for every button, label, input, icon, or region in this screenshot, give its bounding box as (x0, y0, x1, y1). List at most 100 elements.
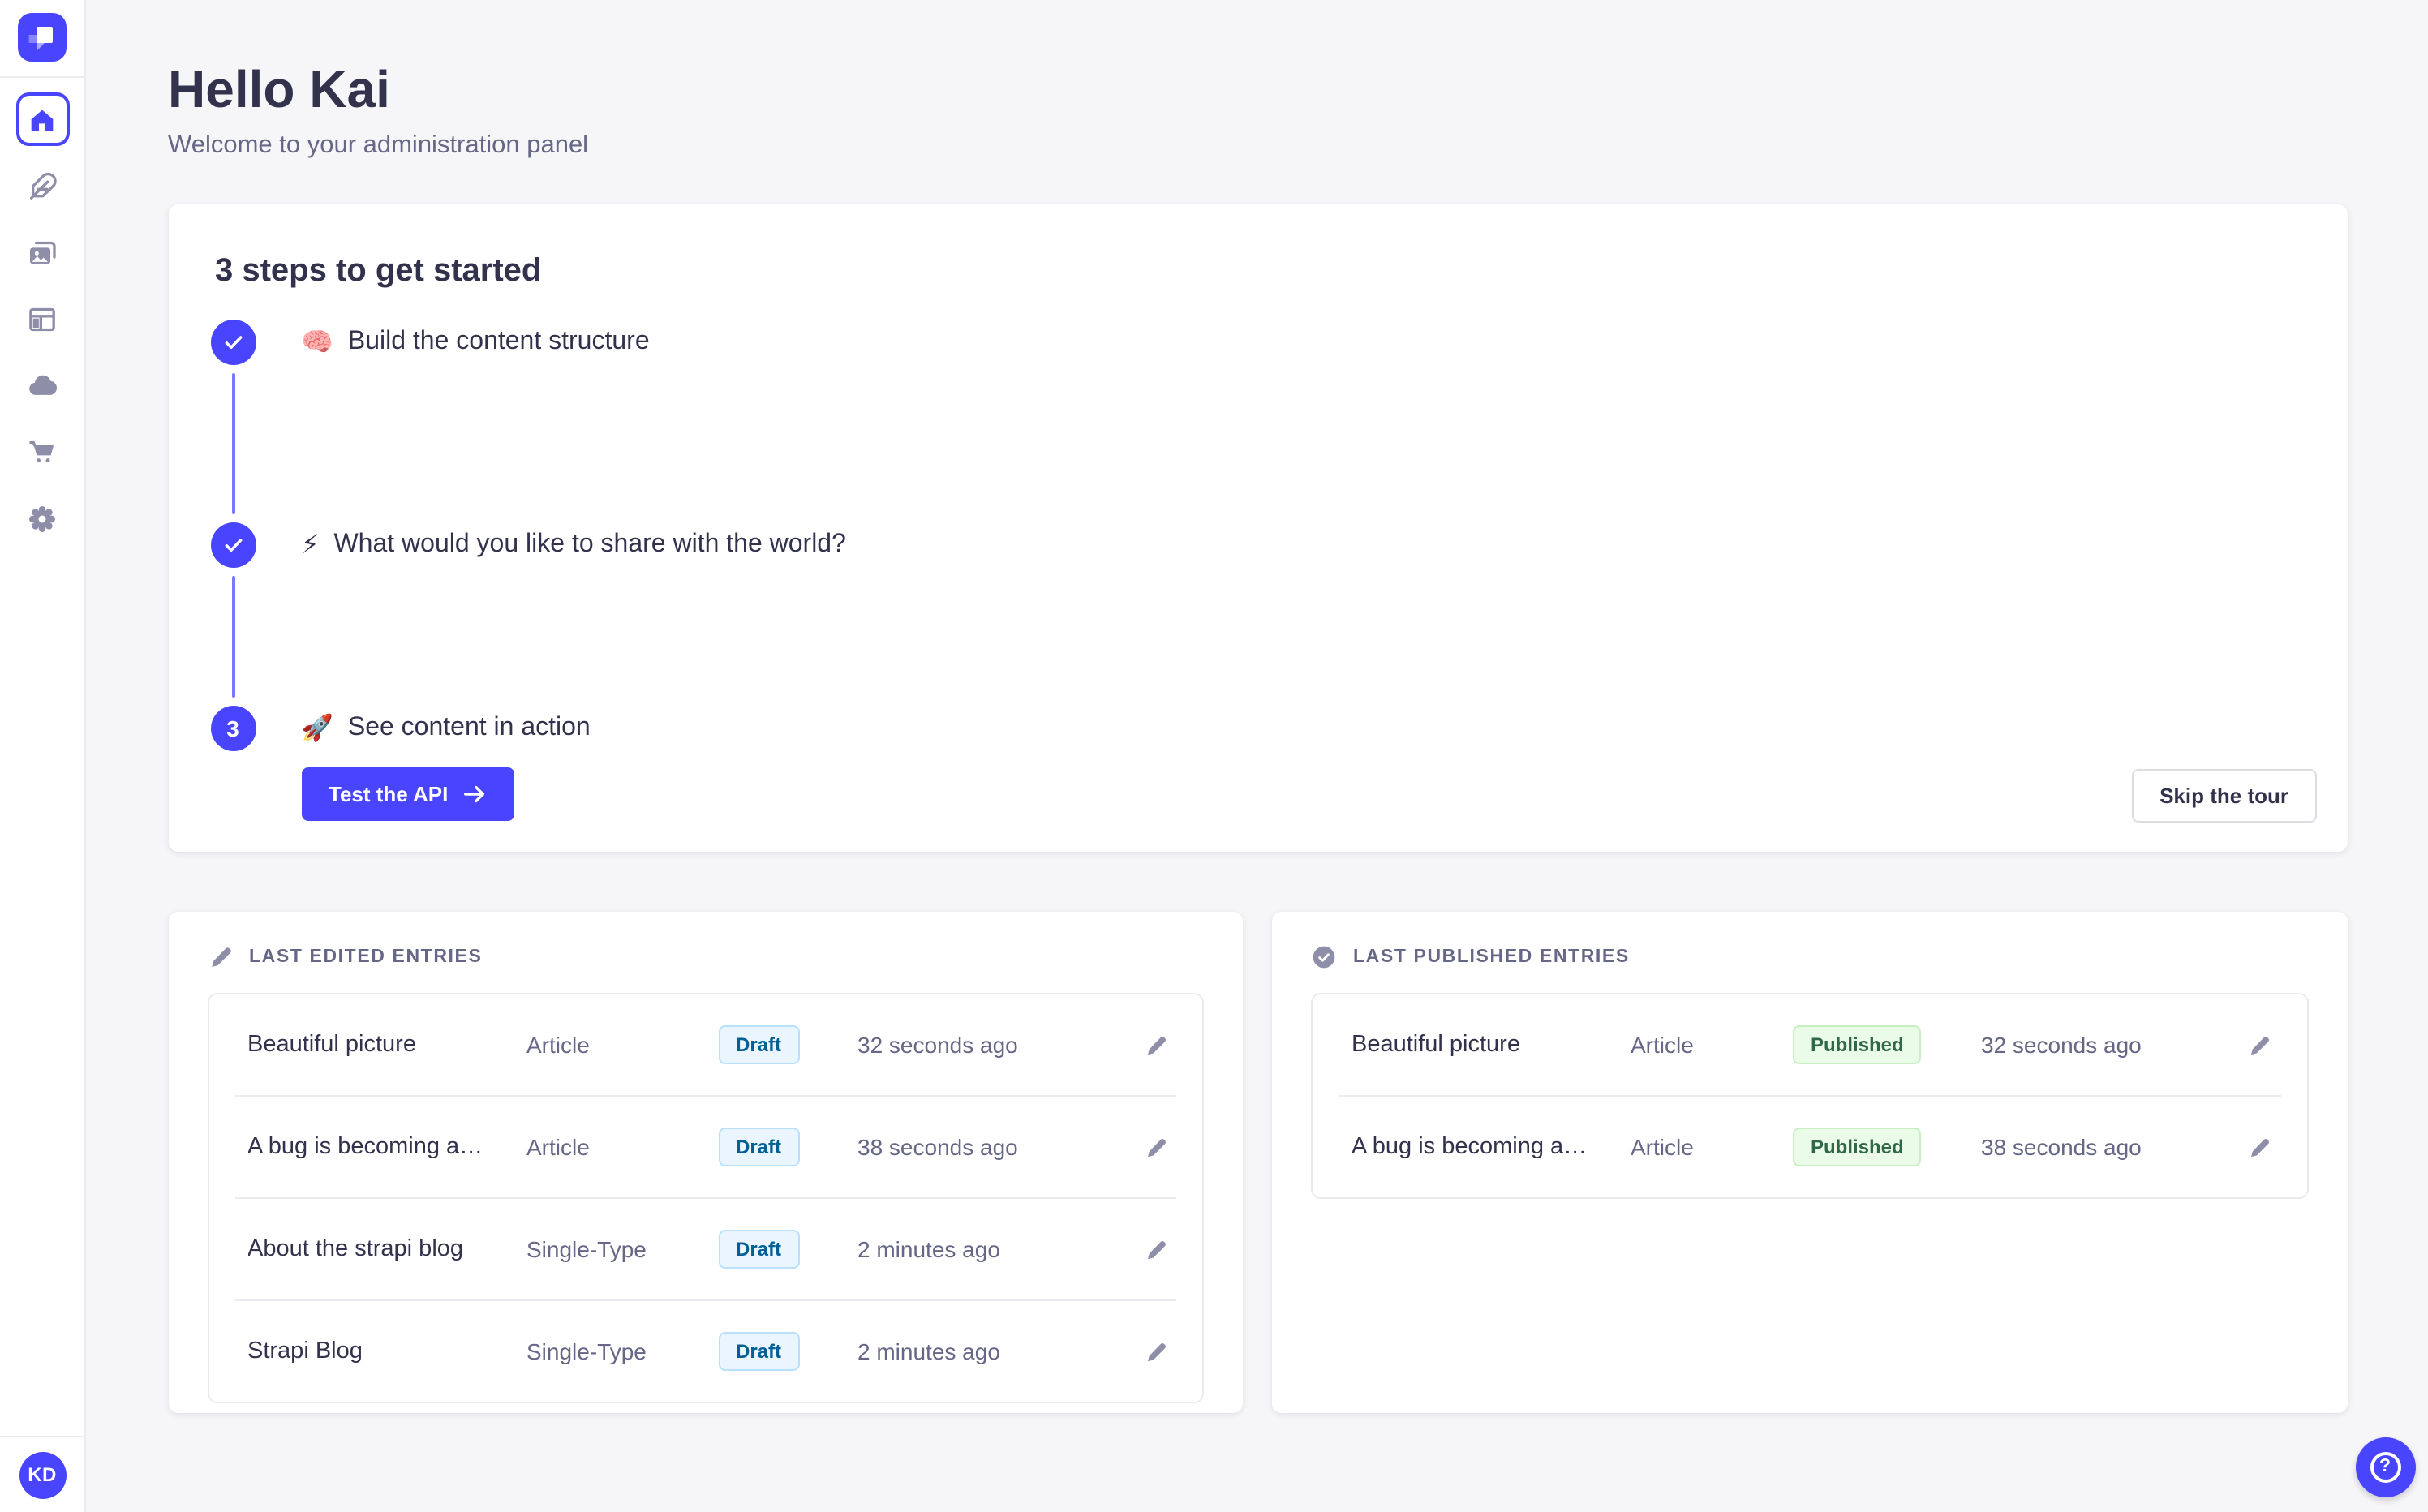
page-title: Hello Kai (168, 60, 390, 118)
step-3-text: See content in action (347, 714, 591, 741)
sidebar-item-home[interactable] (15, 92, 69, 146)
table-row[interactable]: Beautiful picture Article Draft 32 secon… (208, 994, 1202, 1095)
step-connector-1 (231, 373, 234, 514)
entry-title: Strapi Blog (247, 1338, 363, 1364)
entry-type: Single-Type (526, 1236, 647, 1262)
table-row[interactable]: Strapi Blog Single-Type Draft 2 minutes … (208, 1301, 1202, 1402)
table-row[interactable]: Beautiful picture Article Published 32 s… (1313, 994, 2306, 1095)
avatar[interactable]: KD (19, 1451, 66, 1498)
entry-title: Beautiful picture (1352, 1032, 1520, 1058)
entry-time: 2 minutes ago (857, 1338, 1000, 1364)
pencil-icon (1147, 1036, 1165, 1055)
edit-entry-button[interactable] (1134, 1237, 1176, 1261)
entry-time: 32 seconds ago (857, 1032, 1018, 1058)
step-1-text: Build the content structure (347, 328, 650, 355)
test-api-label: Test the API (329, 782, 449, 806)
last-edited-title: LAST EDITED ENTRIES (249, 947, 483, 967)
entry-type: Article (1631, 1032, 1694, 1058)
entry-time: 38 seconds ago (857, 1134, 1018, 1160)
entry-title: Beautiful picture (247, 1032, 416, 1058)
entries-panels: LAST EDITED ENTRIES Beautiful picture Ar… (168, 912, 2347, 1412)
images-icon (30, 240, 56, 264)
entry-time: 32 seconds ago (1981, 1032, 2142, 1058)
step-2-label: ⚡ What would you like to share with the … (301, 529, 846, 561)
table-row[interactable]: A bug is becoming a… Article Published 3… (1313, 1097, 2306, 1197)
last-published-header: LAST PUBLISHED ENTRIES (1311, 944, 2308, 970)
check-icon (224, 539, 242, 552)
logo-section (0, 0, 84, 77)
sidebar: KD (0, 0, 86, 1512)
last-edited-table: Beautiful picture Article Draft 32 secon… (207, 993, 1204, 1403)
pencil-icon (2251, 1138, 2269, 1157)
pencil-icon (1147, 1240, 1165, 1259)
onboarding-title: 3 steps to get started (215, 253, 542, 289)
check-icon (224, 336, 242, 349)
page-subtitle: Welcome to your administration panel (168, 131, 589, 159)
sidebar-item-cloud[interactable] (15, 359, 69, 412)
rocket-emoji-icon: 🚀 (301, 712, 333, 743)
sidebar-item-content-type-builder[interactable] (15, 292, 69, 346)
last-published-panel: LAST PUBLISHED ENTRIES Beautiful picture… (1272, 912, 2347, 1412)
entry-title: A bug is becoming a… (247, 1134, 483, 1160)
status-badge: Draft (718, 1025, 800, 1064)
skip-tour-button[interactable]: Skip the tour (2132, 769, 2316, 823)
edit-entry-button[interactable] (1134, 1033, 1176, 1057)
sidebar-item-media-library[interactable] (15, 226, 69, 279)
step-3-number-circle: 3 (210, 706, 256, 751)
last-edited-panel: LAST EDITED ENTRIES Beautiful picture Ar… (168, 912, 1243, 1412)
entry-type: Article (526, 1032, 590, 1058)
status-badge: Draft (718, 1332, 800, 1371)
gear-icon (29, 505, 55, 531)
check-circle-icon (1313, 946, 1335, 969)
entry-type: Single-Type (526, 1338, 647, 1364)
table-row[interactable]: A bug is becoming a… Article Draft 38 se… (208, 1097, 1202, 1197)
table-row[interactable]: About the strapi blog Single-Type Draft … (208, 1199, 1202, 1299)
step-2-text: What would you like to share with the wo… (333, 530, 846, 558)
entry-title: A bug is becoming a… (1352, 1134, 1588, 1160)
pencil-icon (2251, 1036, 2269, 1055)
sidebar-footer: KD (0, 1436, 84, 1512)
arrow-right-icon (464, 785, 485, 803)
question-mark-icon: ? (2370, 1452, 2400, 1483)
brain-emoji-icon: 🧠 (301, 326, 333, 357)
feather-icon (30, 171, 57, 199)
edit-entry-button[interactable] (2238, 1135, 2280, 1159)
onboarding-card: 3 steps to get started 🧠 Build the conte… (168, 204, 2347, 852)
pencil-icon (211, 947, 230, 967)
status-badge: Published (1793, 1128, 1922, 1166)
strapi-logo[interactable] (18, 13, 67, 62)
strapi-logo-icon (18, 13, 67, 62)
step-connector-2 (231, 576, 234, 698)
page-header: Hello Kai Welcome to your administration… (168, 60, 2347, 162)
cloud-icon (29, 374, 58, 394)
step-1-label: 🧠 Build the content structure (301, 326, 650, 359)
cart-icon (29, 440, 54, 462)
sidebar-item-settings[interactable] (15, 492, 69, 545)
entry-title: About the strapi blog (247, 1236, 464, 1262)
main-content: Hello Kai Welcome to your administration… (86, 0, 2428, 1512)
last-edited-header: LAST EDITED ENTRIES (207, 944, 1204, 970)
entry-type: Article (526, 1134, 590, 1160)
step-3-number: 3 (226, 715, 239, 741)
sidebar-nav (0, 92, 84, 545)
step-1-check-circle (210, 320, 256, 365)
entry-time: 38 seconds ago (1981, 1134, 2142, 1160)
pencil-icon (1147, 1138, 1165, 1157)
sidebar-item-marketplace[interactable] (15, 425, 69, 479)
status-badge: Published (1793, 1025, 1922, 1064)
entry-time: 2 minutes ago (857, 1236, 1000, 1262)
strapi-dashboard: KD Hello Kai Welcome to your administrat… (0, 0, 2428, 1512)
last-published-title: LAST PUBLISHED ENTRIES (1353, 947, 1630, 967)
home-icon (31, 109, 54, 131)
last-published-table: Beautiful picture Article Published 32 s… (1311, 993, 2308, 1199)
edit-entry-button[interactable] (1134, 1135, 1176, 1159)
help-button[interactable]: ? (2355, 1437, 2415, 1497)
status-badge: Draft (718, 1230, 800, 1269)
edit-entry-button[interactable] (1134, 1339, 1176, 1364)
sidebar-item-content-manager[interactable] (15, 159, 69, 213)
layout-icon (29, 307, 55, 331)
zap-emoji-icon: ⚡ (301, 529, 320, 560)
test-api-button[interactable]: Test the API (301, 767, 515, 821)
pencil-icon (1147, 1342, 1165, 1361)
edit-entry-button[interactable] (2238, 1033, 2280, 1057)
